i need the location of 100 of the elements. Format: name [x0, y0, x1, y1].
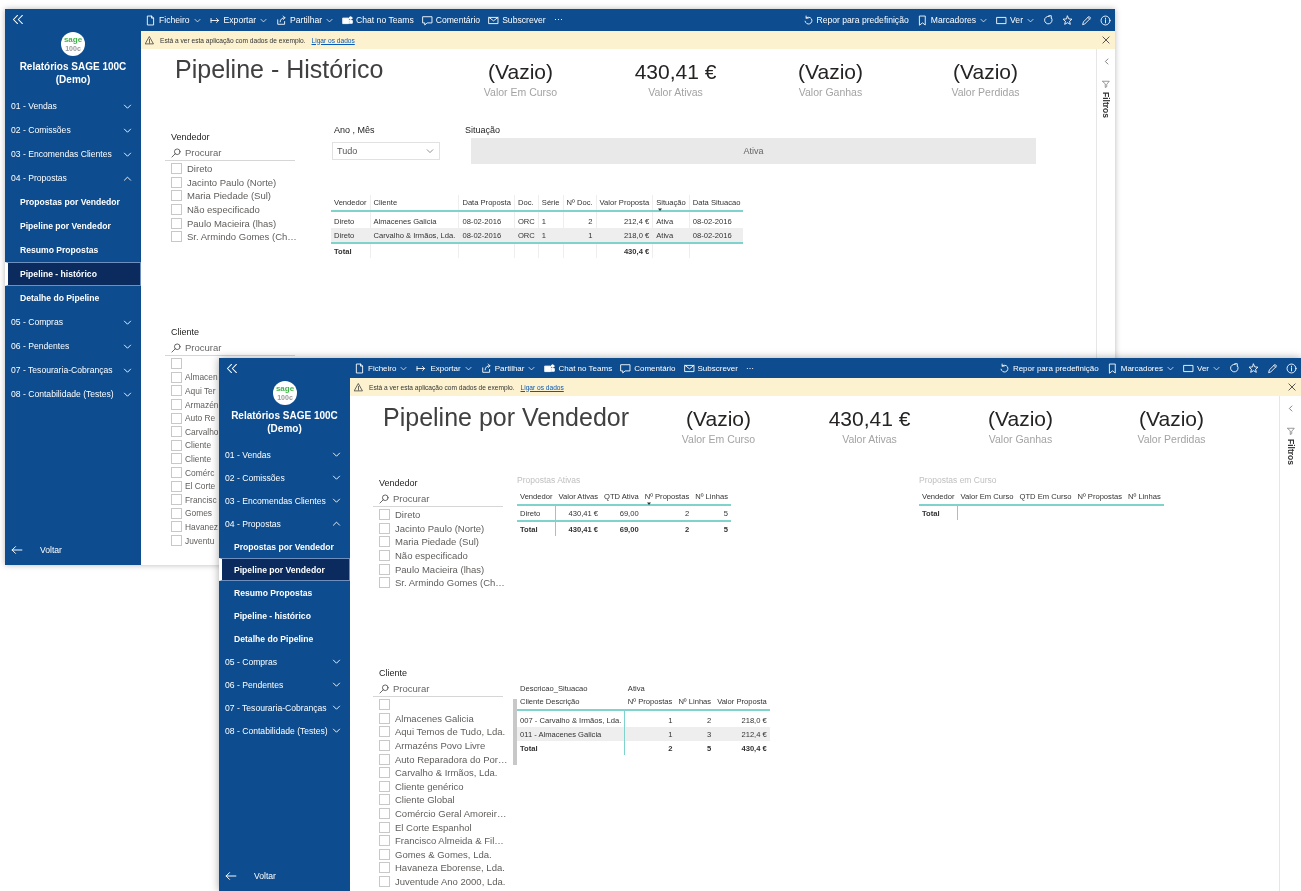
slicer-item[interactable]: Almacenes Galicia: [395, 712, 474, 724]
checkbox[interactable]: [171, 507, 182, 519]
slicer-item[interactable]: Jacinto Paulo (Norte): [395, 522, 485, 534]
checkbox[interactable]: [171, 467, 182, 479]
slicer-item[interactable]: Gomes: [185, 508, 212, 519]
slicer-item[interactable]: Auto Reparadora do Por…: [395, 753, 508, 765]
slicer-item[interactable]: Paulo Macieira (lhas): [187, 217, 277, 229]
slicer-item[interactable]: El Corte Espanhol: [395, 821, 472, 833]
close-button[interactable]: [1101, 35, 1111, 45]
slicer-item[interactable]: Francisc: [185, 494, 217, 505]
slicer-item[interactable]: Comércio Geral Amoreir…: [395, 808, 507, 820]
nav-subitem[interactable]: Detalhe do Pipeline: [5, 286, 141, 310]
checkbox[interactable]: [379, 767, 390, 779]
toolbar-button[interactable]: Exportar: [209, 11, 269, 29]
slicer-item[interactable]: Não especificado: [395, 550, 468, 562]
expand-button[interactable]: [1286, 404, 1295, 413]
slicer-item[interactable]: Armazéns Povo Livre: [395, 740, 486, 752]
slicer-item[interactable]: Havaneza Eborense, Lda.: [395, 862, 505, 874]
slicer-item[interactable]: Auto Re: [185, 413, 216, 424]
toolbar-button[interactable]: Subscrever: [683, 359, 738, 377]
toolbar-button[interactable]: Partilhar: [276, 11, 335, 29]
checkbox[interactable]: [379, 794, 390, 806]
nav-subitem[interactable]: Detalhe do Pipeline: [219, 627, 350, 650]
checkbox[interactable]: [379, 522, 390, 534]
slicer-item[interactable]: Juventude Ano 2000, Lda.: [395, 876, 506, 887]
checkbox[interactable]: [379, 699, 390, 711]
toolbar-button[interactable]: Ver: [1183, 359, 1221, 377]
nav-item[interactable]: 07 - Tesouraria-Cobranças: [219, 696, 350, 719]
nav-item[interactable]: 08 - Contabilidade (Testes): [219, 719, 350, 742]
nav-item[interactable]: 05 - Compras: [219, 650, 350, 673]
slicer-item[interactable]: Francisco Almeida & Fil…: [395, 835, 504, 847]
nav-subitem[interactable]: Pipeline - histórico: [5, 262, 141, 286]
search-field[interactable]: Procurar: [393, 683, 493, 694]
back-button[interactable]: Voltar: [5, 541, 62, 559]
toolbar-button[interactable]: ⋯: [553, 11, 563, 29]
nav-item[interactable]: 02 - Comissões: [219, 466, 350, 489]
slicer-item[interactable]: Aqui Ter: [185, 386, 216, 396]
checkbox[interactable]: [171, 480, 182, 492]
nav-item[interactable]: 02 - Comissões: [5, 118, 141, 142]
slicer-item[interactable]: Armazén: [185, 399, 219, 410]
checkbox[interactable]: [379, 536, 390, 548]
slicer-item[interactable]: Havanez: [185, 521, 219, 532]
nav-item[interactable]: 06 - Pendentes: [219, 673, 350, 696]
slicer-item[interactable]: Carvalho & Irmãos, Lda.: [395, 767, 498, 779]
slicer-tile[interactable]: Ativa: [471, 138, 1036, 164]
toolbar-button[interactable]: Repor para predefinição: [802, 11, 909, 29]
checkbox[interactable]: [379, 509, 390, 521]
slicer-item[interactable]: Cliente: [185, 453, 212, 464]
toolbar-button[interactable]: Comentário: [421, 11, 481, 29]
slicer-item[interactable]: Paulo Macieira (lhas): [395, 563, 485, 575]
slicer-item[interactable]: Juventu: [185, 535, 215, 546]
checkbox[interactable]: [171, 358, 182, 370]
toolbar-button[interactable]: Partilhar: [480, 359, 537, 377]
checkbox[interactable]: [379, 876, 390, 887]
toolbar-button[interactable]: Subscrever: [488, 11, 546, 29]
checkbox[interactable]: [171, 190, 182, 202]
nav-subitem[interactable]: Pipeline - histórico: [219, 604, 350, 627]
close-button[interactable]: [1287, 382, 1297, 392]
nav-item[interactable]: 03 - Encomendas Clientes: [219, 489, 350, 512]
checkbox[interactable]: [379, 563, 390, 575]
toolbar-button[interactable]: Chat no Teams: [544, 359, 613, 377]
checkbox[interactable]: [171, 494, 182, 506]
scrollbar[interactable]: [513, 699, 517, 765]
checkbox[interactable]: [379, 726, 390, 738]
slicer-item[interactable]: El Corte: [185, 481, 216, 492]
nav-subitem[interactable]: Resumo Propostas: [219, 581, 350, 604]
toolbar-button[interactable]: Ficheiro: [354, 359, 409, 377]
slicer-item[interactable]: Direto: [187, 163, 213, 175]
checkbox[interactable]: [171, 176, 182, 188]
checkbox[interactable]: [379, 712, 390, 724]
slicer-item[interactable]: Almacen: [185, 372, 218, 383]
search-field[interactable]: Procurar: [185, 147, 285, 158]
checkbox[interactable]: [171, 399, 182, 411]
checkbox[interactable]: [379, 740, 390, 752]
checkbox[interactable]: [171, 163, 182, 175]
nav-item[interactable]: 05 - Compras: [5, 310, 141, 334]
checkbox[interactable]: [379, 780, 390, 792]
nav-subitem[interactable]: Propostas por Vendedor: [219, 535, 350, 558]
checkbox[interactable]: [379, 577, 390, 589]
slicer-item[interactable]: Cliente genérico: [395, 780, 464, 792]
checkbox[interactable]: [171, 453, 182, 465]
checkbox[interactable]: [171, 217, 182, 229]
toolbar-button[interactable]: Comentário: [620, 359, 676, 377]
slicer-item[interactable]: Maria Piedade (Sul): [395, 536, 479, 548]
checkbox[interactable]: [171, 426, 182, 438]
nav-subitem[interactable]: Pipeline por Vendedor: [5, 214, 141, 238]
checkbox[interactable]: [379, 848, 390, 860]
checkbox[interactable]: [379, 808, 390, 820]
back-button[interactable]: Voltar: [219, 867, 276, 885]
checkbox[interactable]: [171, 231, 182, 243]
toolbar-button[interactable]: Chat no Teams: [342, 11, 414, 29]
checkbox[interactable]: [171, 412, 182, 424]
checkbox[interactable]: [171, 535, 182, 546]
nav-subitem[interactable]: Resumo Propostas: [5, 238, 141, 262]
checkbox[interactable]: [171, 204, 182, 216]
slicer-item[interactable]: Comérc: [185, 467, 215, 478]
nav-item[interactable]: 01 - Vendas: [5, 94, 141, 118]
slicer-item[interactable]: Cliente Global: [395, 794, 455, 806]
checkbox[interactable]: [171, 385, 182, 397]
checkbox[interactable]: [379, 753, 390, 765]
